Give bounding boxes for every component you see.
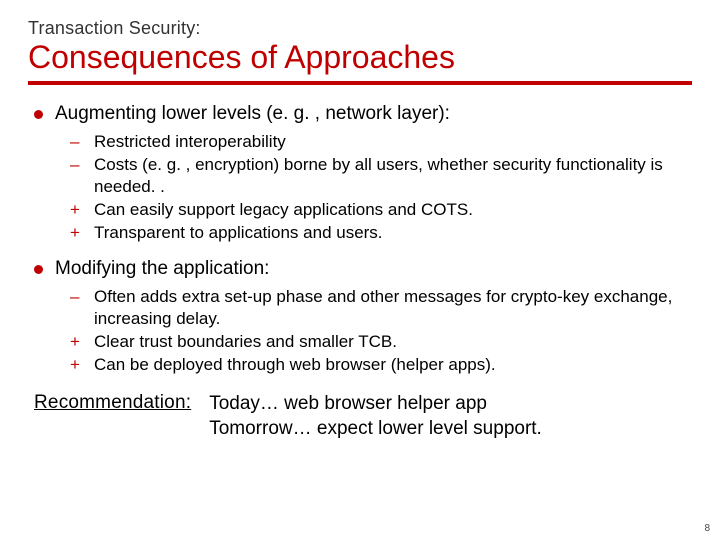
list-item: + Can be deployed through web browser (h…	[70, 354, 692, 376]
plus-icon: +	[70, 354, 84, 376]
heading-text: Modifying the application:	[55, 258, 692, 280]
item-text: Transparent to applications and users.	[94, 222, 692, 244]
section-heading: Augmenting lower levels (e. g. , network…	[34, 103, 692, 125]
item-text: Restricted interoperability	[94, 131, 692, 153]
slide-title: Consequences of Approaches	[28, 41, 692, 75]
plus-icon: +	[70, 199, 84, 221]
recommendation-label: Recommendation:	[34, 392, 191, 414]
section-modifying: Modifying the application: – Often adds …	[28, 258, 692, 376]
plus-icon: +	[70, 222, 84, 244]
item-text: Often adds extra set-up phase and other …	[94, 286, 692, 330]
bullet-disc-icon	[34, 110, 43, 119]
list-item: + Clear trust boundaries and smaller TCB…	[70, 331, 692, 353]
list-item: – Costs (e. g. , encryption) borne by al…	[70, 154, 692, 198]
section-augmenting: Augmenting lower levels (e. g. , network…	[28, 103, 692, 244]
heading-text: Augmenting lower levels (e. g. , network…	[55, 103, 692, 125]
list-item: – Often adds extra set-up phase and othe…	[70, 286, 692, 330]
title-rule	[28, 81, 692, 85]
item-text: Can be deployed through web browser (hel…	[94, 354, 692, 376]
section-heading: Modifying the application:	[34, 258, 692, 280]
page-number: 8	[704, 523, 710, 534]
list-item: + Transparent to applications and users.	[70, 222, 692, 244]
recommendation-line: Today… web browser helper app	[209, 392, 692, 417]
minus-icon: –	[70, 131, 84, 153]
item-text: Costs (e. g. , encryption) borne by all …	[94, 154, 692, 198]
item-text: Clear trust boundaries and smaller TCB.	[94, 331, 692, 353]
bullet-disc-icon	[34, 265, 43, 274]
recommendation-text: Today… web browser helper app Tomorrow… …	[209, 392, 692, 441]
item-text: Can easily support legacy applications a…	[94, 199, 692, 221]
list-item: + Can easily support legacy applications…	[70, 199, 692, 221]
minus-icon: –	[70, 154, 84, 176]
slide-pretitle: Transaction Security:	[28, 18, 692, 39]
plus-icon: +	[70, 331, 84, 353]
recommendation-row: Recommendation: Today… web browser helpe…	[34, 392, 692, 441]
minus-icon: –	[70, 286, 84, 308]
list-item: – Restricted interoperability	[70, 131, 692, 153]
recommendation-line: Tomorrow… expect lower level support.	[209, 417, 692, 442]
